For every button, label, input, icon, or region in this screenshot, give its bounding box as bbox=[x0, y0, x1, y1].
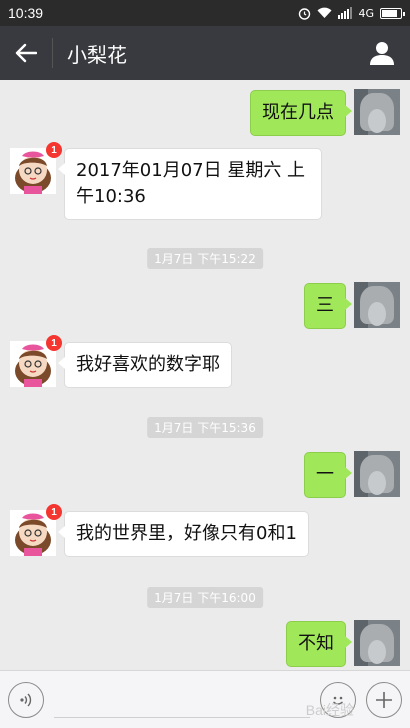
unread-badge: 1 bbox=[46, 335, 62, 351]
plus-icon bbox=[376, 691, 392, 708]
my-avatar[interactable] bbox=[354, 620, 400, 666]
status-bar: 10:39 4G bbox=[0, 0, 410, 26]
message-bubble-received[interactable]: 我的世界里，好像只有0和1 bbox=[58, 511, 309, 557]
status-time: 10:39 bbox=[8, 5, 44, 21]
my-avatar[interactable] bbox=[354, 451, 400, 497]
my-avatar[interactable] bbox=[354, 282, 400, 328]
network-type: 4G bbox=[358, 6, 374, 20]
watermark: Bai经验 bbox=[305, 702, 354, 718]
message-timestamp: 1月7日 下午15:36 bbox=[147, 417, 263, 438]
message-bubble-sent[interactable]: 三 bbox=[304, 283, 352, 329]
message-bubble-sent[interactable]: 现在几点 bbox=[250, 90, 352, 136]
chat-info-button[interactable] bbox=[354, 26, 410, 80]
input-bar: Bai经验 bbox=[0, 670, 410, 728]
chat-area[interactable]: 现在几点 1 2017年01月07日 星期六 上午10:36 1月7日 下午15… bbox=[0, 80, 410, 670]
contact-avatar[interactable]: 1 bbox=[10, 504, 62, 556]
message-timestamp: 1月7日 下午15:22 bbox=[147, 248, 263, 269]
title-bar: 小梨花 bbox=[0, 26, 410, 80]
title-divider bbox=[52, 38, 53, 68]
alarm-icon bbox=[299, 7, 311, 20]
voice-icon bbox=[20, 693, 32, 706]
signal-icon bbox=[338, 7, 353, 19]
message-bubble-received[interactable]: 2017年01月07日 星期六 上午10:36 bbox=[58, 148, 322, 220]
message-input[interactable] bbox=[54, 682, 310, 718]
contact-avatar[interactable]: 1 bbox=[10, 142, 62, 194]
message-bubble-received[interactable]: 我好喜欢的数字耶 bbox=[58, 342, 232, 388]
message-timestamp: 1月7日 下午16:00 bbox=[147, 587, 263, 608]
battery-icon bbox=[380, 7, 405, 19]
message-bubble-sent[interactable]: 一 bbox=[304, 452, 352, 498]
arrow-left-icon bbox=[15, 43, 37, 63]
my-avatar[interactable] bbox=[354, 89, 400, 135]
unread-badge: 1 bbox=[46, 142, 62, 158]
back-button[interactable] bbox=[0, 26, 52, 80]
status-icons: 4G bbox=[298, 6, 405, 20]
more-button[interactable] bbox=[366, 681, 402, 718]
contact-avatar[interactable]: 1 bbox=[10, 335, 62, 387]
person-icon bbox=[370, 42, 394, 65]
chat-title: 小梨花 bbox=[67, 42, 127, 67]
wifi-icon bbox=[317, 7, 332, 19]
voice-button[interactable] bbox=[8, 681, 44, 718]
message-bubble-sent[interactable]: 不知 bbox=[286, 621, 352, 667]
unread-badge: 1 bbox=[46, 504, 62, 520]
